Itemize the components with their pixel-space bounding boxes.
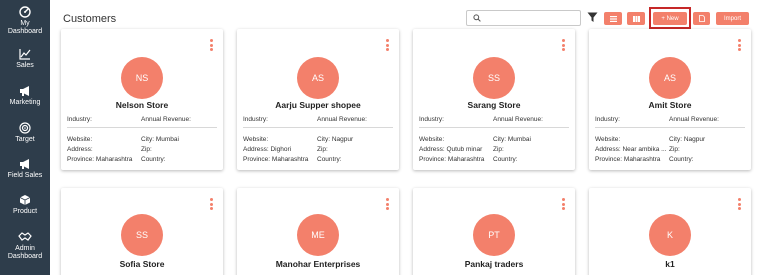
import-button[interactable]: Import <box>716 12 749 25</box>
avatar: NS <box>121 57 163 99</box>
divider <box>595 127 745 128</box>
sidebar: My Dashboard Sales Marketing Target Fiel… <box>0 0 50 275</box>
customer-card[interactable]: NS Nelson Store Industry: Annual Revenue… <box>61 29 223 170</box>
sidebar-item-sales[interactable]: Sales <box>0 48 50 70</box>
megaphone-icon <box>20 159 29 169</box>
grid-icon <box>632 15 640 22</box>
search-icon <box>473 14 481 22</box>
search-box[interactable] <box>466 10 581 26</box>
customer-name: Sarang Store <box>467 100 521 110</box>
grid-view-button[interactable] <box>627 12 645 25</box>
more-options-icon[interactable] <box>386 39 390 53</box>
box-icon <box>19 195 31 205</box>
list-icon <box>609 15 617 22</box>
filter-icon[interactable] <box>587 12 598 23</box>
customer-name: Nelson Store <box>115 100 169 110</box>
customer-card[interactable]: SS Sofia Store <box>61 188 223 275</box>
more-options-icon[interactable] <box>210 198 214 212</box>
sidebar-item-admin-dashboard[interactable]: Admin Dashboard <box>0 231 50 261</box>
avatar: SS <box>473 57 515 99</box>
customer-card[interactable]: AS Amit Store Industry: Annual Revenue: … <box>589 29 751 170</box>
handshake-icon <box>18 232 32 241</box>
app-root: My Dashboard Sales Marketing Target Fiel… <box>0 0 768 275</box>
sales-chart-icon <box>19 49 31 60</box>
more-options-icon[interactable] <box>562 39 566 53</box>
sidebar-item-label: Marketing <box>9 99 41 106</box>
export-button[interactable] <box>693 12 710 25</box>
customer-card[interactable]: ME Manohar Enterprises <box>237 188 399 275</box>
avatar: AS <box>297 57 339 99</box>
document-icon <box>698 15 705 22</box>
customer-name: k1 <box>665 259 675 269</box>
avatar: AS <box>649 57 691 99</box>
customer-name: Pankaj traders <box>464 259 524 269</box>
customer-card[interactable]: SS Sarang Store Industry: Annual Revenue… <box>413 29 575 170</box>
divider <box>243 127 393 128</box>
avatar: SS <box>121 214 163 256</box>
divider <box>419 127 569 128</box>
divider <box>67 127 217 128</box>
more-options-icon[interactable] <box>210 39 214 53</box>
sidebar-item-label: Sales <box>16 62 34 69</box>
avatar: K <box>649 214 691 256</box>
dashboard-icon <box>19 6 31 18</box>
more-options-icon[interactable] <box>738 198 742 212</box>
customer-name: Aarju Supper shopee <box>275 100 361 110</box>
new-button-highlight <box>649 7 691 29</box>
more-options-icon[interactable] <box>562 198 566 212</box>
avatar: PT <box>473 214 515 256</box>
sidebar-item-label: Product <box>12 208 38 215</box>
customer-name: Sofia Store <box>119 259 165 269</box>
sidebar-item-field-sales[interactable]: Field Sales <box>0 158 50 180</box>
sidebar-item-label: Admin Dashboard <box>7 245 43 260</box>
customer-card[interactable]: K k1 <box>589 188 751 275</box>
list-view-button[interactable] <box>604 12 622 25</box>
customer-card[interactable]: PT Pankaj traders <box>413 188 575 275</box>
page-title: Customers <box>63 13 117 25</box>
customer-name: Amit Store <box>648 100 692 110</box>
sidebar-item-target[interactable]: Target <box>0 122 50 144</box>
search-input[interactable] <box>485 12 577 24</box>
megaphone-icon <box>20 86 29 96</box>
sidebar-item-label: My Dashboard <box>7 20 43 35</box>
sidebar-item-marketing[interactable]: Marketing <box>0 85 50 107</box>
avatar: ME <box>297 214 339 256</box>
more-options-icon[interactable] <box>386 198 390 212</box>
customer-name: Manohar Enterprises <box>275 259 361 269</box>
target-icon <box>19 122 31 134</box>
sidebar-item-label: Target <box>15 136 35 143</box>
customer-card[interactable]: AS Aarju Supper shopee Industry: Annual … <box>237 29 399 170</box>
sidebar-item-product[interactable]: Product <box>0 194 50 216</box>
sidebar-item-my-dashboard[interactable]: My Dashboard <box>0 6 50 36</box>
more-options-icon[interactable] <box>738 39 742 53</box>
sidebar-item-label: Field Sales <box>7 172 43 179</box>
